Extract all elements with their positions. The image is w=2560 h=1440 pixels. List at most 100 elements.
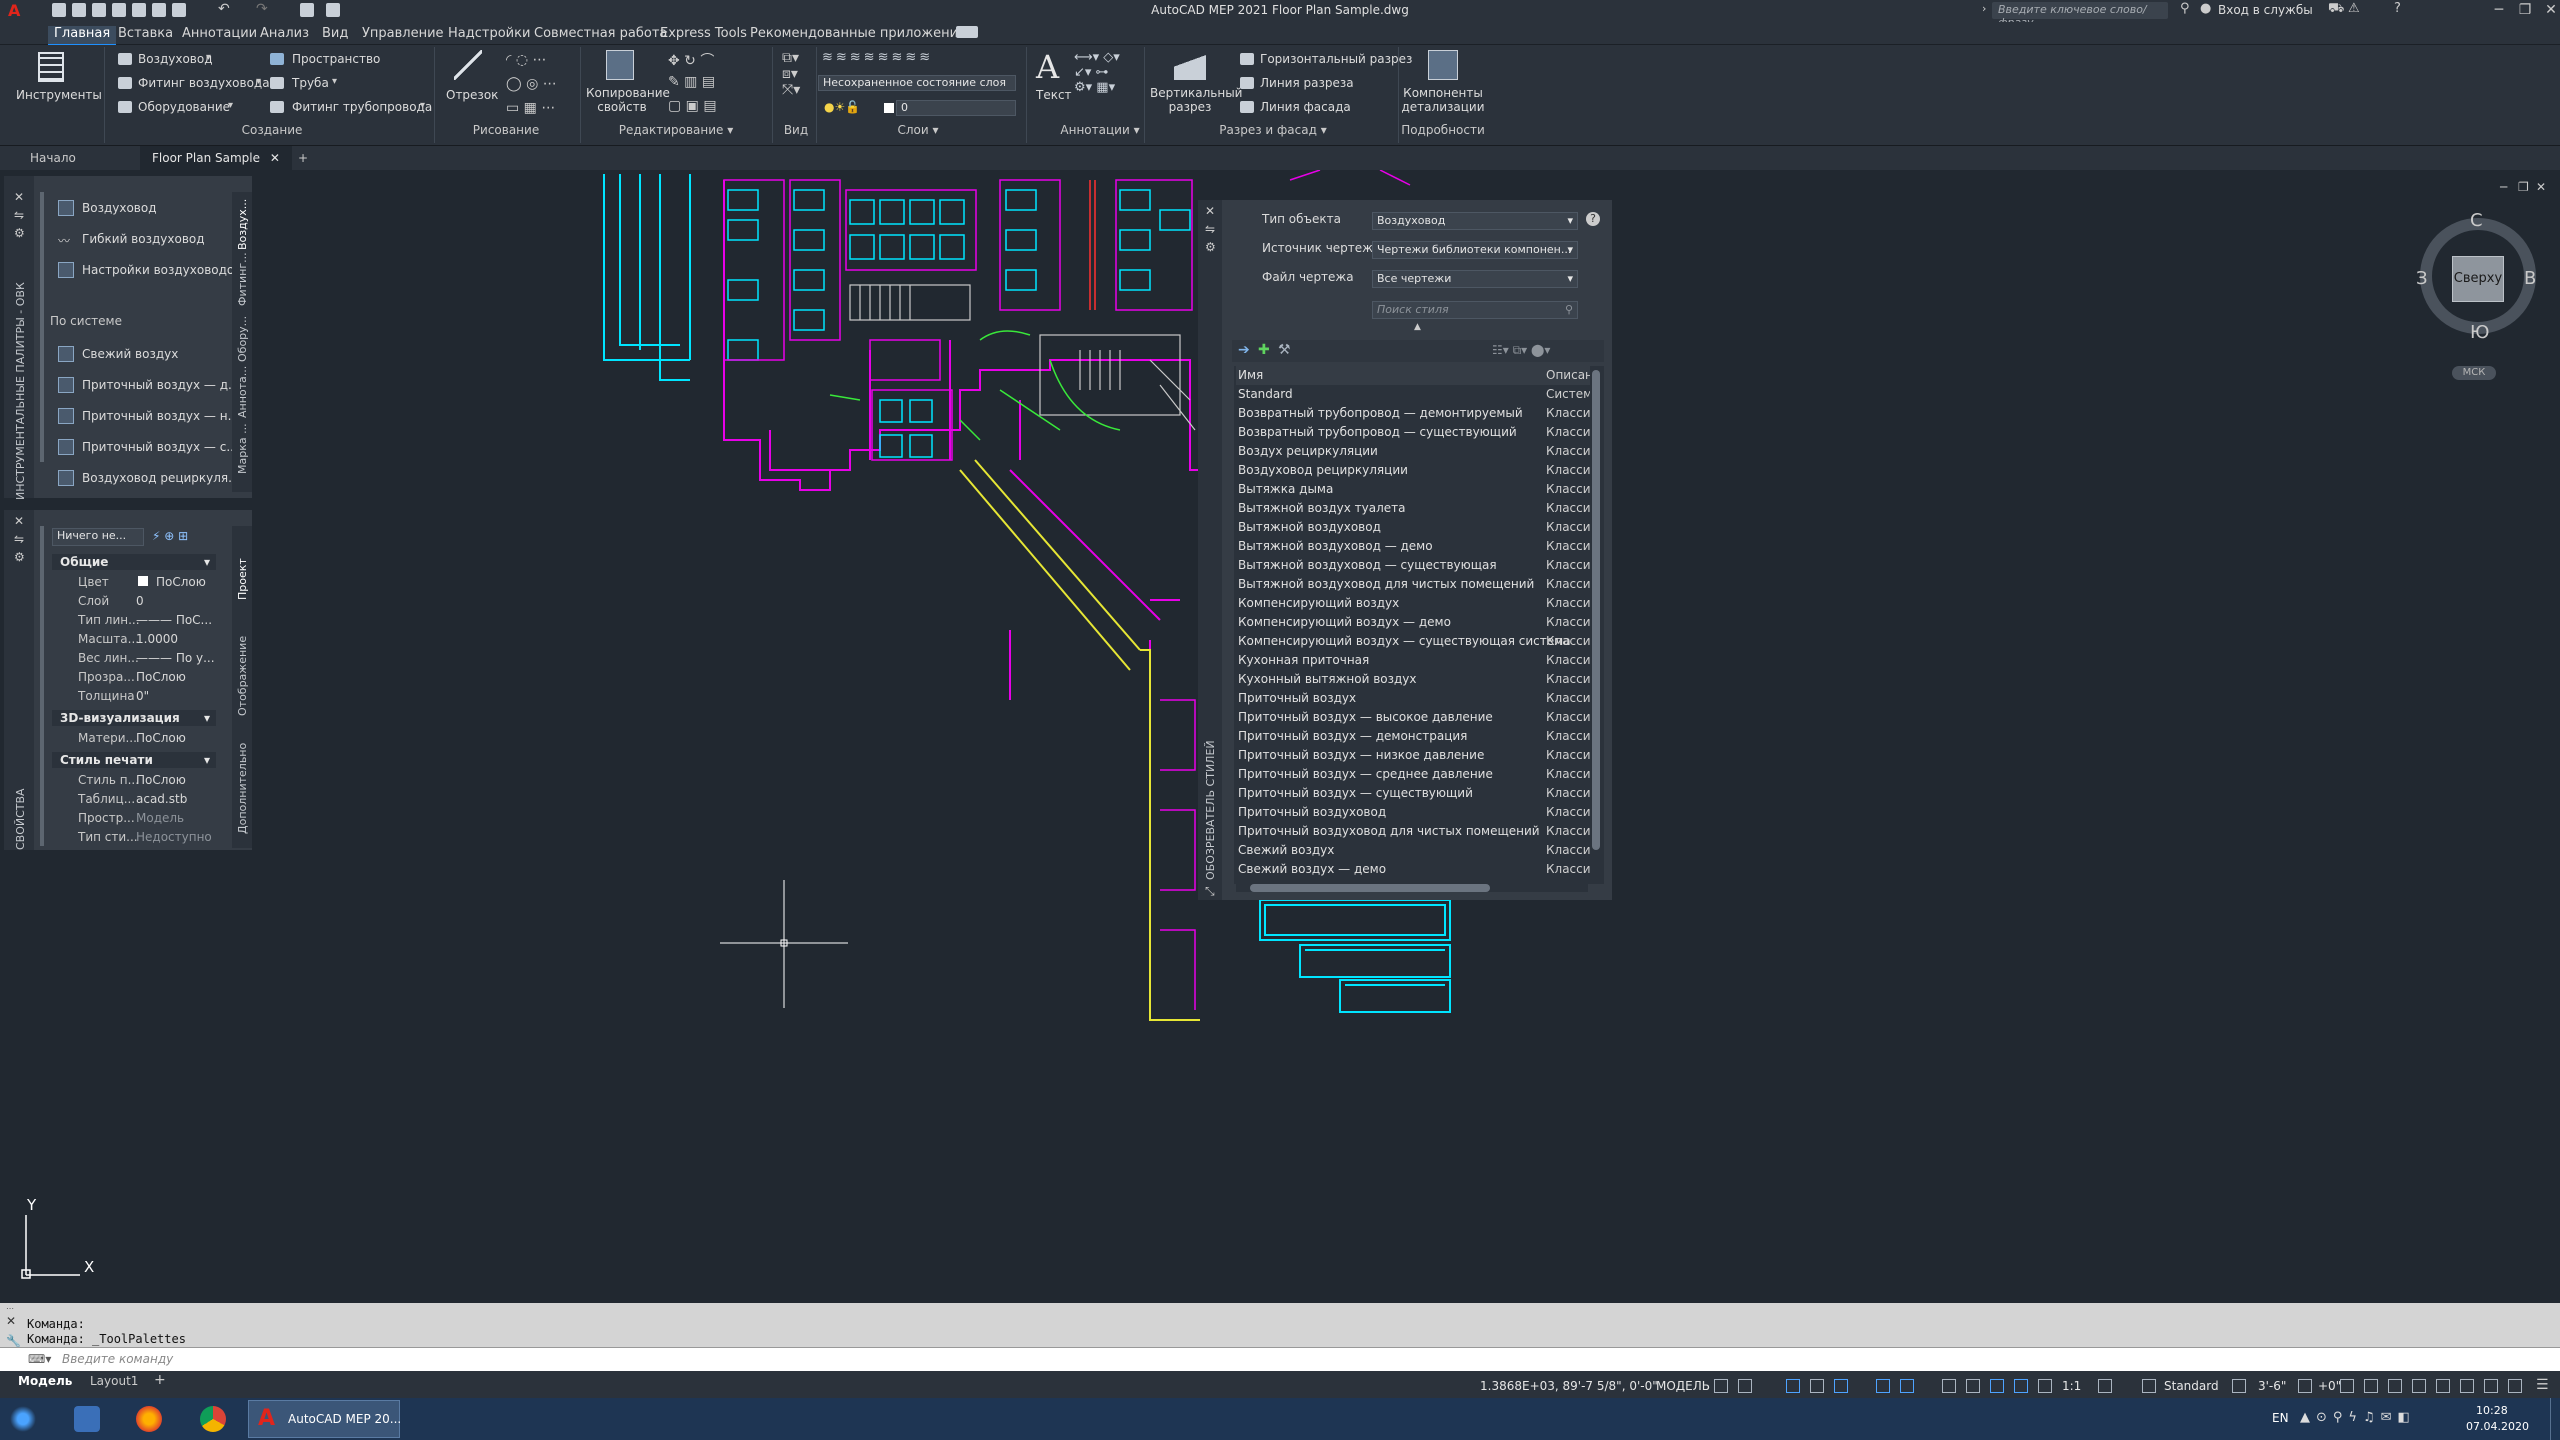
vertical-section-button[interactable]: Вертикальный разрез [1150, 86, 1242, 114]
tab-annotate[interactable]: Аннотации [182, 26, 257, 44]
text-icon[interactable]: A [1036, 48, 1059, 86]
tray-icons[interactable]: ▲⊙⚲ϟ♫✉◧ [2300, 1410, 2416, 1425]
tab-addins[interactable]: Надстройки [448, 26, 530, 44]
chevron-down-icon[interactable]: ▾ [228, 100, 233, 111]
table-row[interactable]: Приточный воздух — низкое давление Класси… [1236, 746, 1590, 765]
table-row[interactable]: Кухонный вытяжной воздух Классиф [1236, 670, 1590, 689]
prop-scale-value[interactable]: 1.0000 [136, 632, 178, 646]
table-row[interactable]: Приточный воздух — среднее давление Класс… [1236, 765, 1590, 784]
elevation-icon[interactable] [2298, 1379, 2312, 1393]
search-arrow-icon[interactable]: › [1982, 2, 1986, 15]
close-button[interactable]: ✕ [2536, 2, 2560, 18]
close-icon[interactable]: ✕ [1205, 204, 1215, 218]
table-row[interactable]: Компенсирующий воздух — существующая сис… [1236, 632, 1590, 651]
palette-item-flex-duct[interactable]: Гибкий воздуховод [82, 232, 205, 246]
start-button-icon[interactable] [10, 1406, 36, 1432]
viewport-close-icon[interactable]: ✕ [2536, 180, 2546, 194]
table-row[interactable]: Свежий воздух — демо Классиф [1236, 860, 1590, 879]
tab-floor-plan[interactable]: Floor Plan Sample ✕ [140, 146, 292, 170]
workspace-icon[interactable] [2436, 1379, 2450, 1393]
view-options-icon[interactable]: ☷▾ ⧉▾ ⬤▾ [1492, 343, 1550, 358]
help-icon[interactable]: ? [1586, 212, 1600, 226]
wcs-menu[interactable]: МСК [2452, 366, 2496, 380]
table-row[interactable]: Компенсирующий воздух — демо Классиф [1236, 613, 1590, 632]
clock-time[interactable]: 10:28 [2476, 1404, 2508, 1417]
line-button[interactable]: Отрезок [446, 88, 498, 102]
model-space-button[interactable]: МОДЕЛЬ [1656, 1379, 1710, 1393]
new-tab-button[interactable]: + [286, 146, 320, 170]
snap-settings-icon[interactable] [2412, 1379, 2426, 1393]
snap-icon[interactable] [1738, 1379, 1752, 1393]
tab-home[interactable]: Главная [48, 26, 117, 46]
annotation-scale[interactable]: 1:1 [2062, 1379, 2081, 1393]
copy-properties-button[interactable]: Копирование свойств [586, 86, 670, 114]
search-icon[interactable]: ⚲ [1565, 302, 1573, 318]
palette-scrollbar[interactable] [40, 192, 44, 462]
gear-icon[interactable]: ⚙ [1205, 240, 1216, 254]
dyn-icon[interactable] [1900, 1379, 1914, 1393]
tab-featured-apps[interactable]: Рекомендованные приложения [750, 26, 966, 44]
arc-icon[interactable]: ◜ ◌ ⋯ [506, 52, 547, 68]
layer-tools-icon[interactable]: ≋≋≋≋≋≋≋≋ [822, 50, 933, 65]
prop-plottable-value[interactable]: acad.stb [136, 792, 187, 806]
drawing-file-select[interactable]: Все чертежи ▾ [1372, 270, 1578, 288]
tab-insert[interactable]: Вставка [118, 26, 173, 44]
gear-icon[interactable]: ⚙ [14, 550, 25, 564]
dimension-icon[interactable]: ⟷▾ ◇▾ ↙▾ ⊶ ⚙▾ ▦▾ [1074, 50, 1120, 95]
command-input[interactable] [0, 1347, 2560, 1372]
prop-plotstyle-value[interactable]: ПоСлою [136, 773, 186, 787]
grip-icon[interactable]: ⋯ [6, 1304, 14, 1313]
coordinates-readout[interactable]: 1.3868E+03, 89'-7 5/8", 0'-0" [1480, 1379, 1658, 1393]
prop-material-value[interactable]: ПоСлою [136, 731, 186, 745]
add-style-icon[interactable]: ✚ [1258, 342, 1270, 358]
prop-transparency-value[interactable]: ПоСлою [136, 670, 186, 684]
ucs-status-icon[interactable] [2460, 1379, 2474, 1393]
palette-tab-annotation[interactable]: Аннота... [236, 366, 249, 418]
grid-icon[interactable] [1714, 1379, 1728, 1393]
close-icon[interactable]: ✕ [6, 1314, 16, 1328]
table-row[interactable]: Вытяжной воздуховод Классиф [1236, 518, 1590, 537]
tab-analyze[interactable]: Анализ [260, 26, 309, 44]
units-icon[interactable] [2484, 1379, 2498, 1393]
chevron-down-icon[interactable]: ▾ [206, 52, 211, 63]
search-input[interactable]: Введите ключевое слово/фразу [1992, 2, 2168, 29]
prop-layer-value[interactable]: 0 [136, 594, 144, 608]
table-row[interactable]: Воздух рециркуляции Классиф [1236, 442, 1590, 461]
detail-components-button[interactable]: Компоненты детализации [1400, 86, 1486, 114]
tab-layout1[interactable]: Layout1 [90, 1374, 138, 1388]
annotation-scale-icon[interactable] [2038, 1379, 2052, 1393]
tab-model[interactable]: Модель [18, 1374, 72, 1388]
table-row[interactable]: Вытяжной воздуховод — демо Классиф [1236, 537, 1590, 556]
cart-icon[interactable]: ⛟ [2328, 1, 2344, 18]
resize-icon[interactable]: ⤡ [1205, 884, 1215, 899]
horizontal-scrollbar[interactable] [1236, 884, 1588, 892]
tab-collaborate[interactable]: Совместная работа [534, 26, 667, 44]
layer-state-select[interactable]: Несохраненное состояние слоя [818, 75, 1016, 91]
exchange-icon[interactable]: ⚠ [2348, 1, 2360, 16]
lweight-icon[interactable] [1942, 1379, 1956, 1393]
props-tab-display[interactable]: Отображение [236, 626, 249, 716]
duct-button[interactable]: Воздуховод [138, 52, 213, 66]
text-button[interactable]: Текст [1036, 88, 1072, 102]
wrench-icon[interactable]: 🔧 [6, 1334, 21, 1348]
table-row[interactable]: Вытяжной воздух туалета Классиф [1236, 499, 1590, 518]
command-prompt-icon[interactable]: ⌨▾ [28, 1352, 51, 1366]
column-name[interactable]: Имя [1238, 366, 1263, 385]
osnap-icon[interactable] [1834, 1379, 1848, 1393]
pin-icon[interactable]: ⇋ [14, 208, 24, 222]
object-type-select[interactable]: Воздуховод ▾ [1372, 212, 1578, 230]
prop-linetype-value[interactable]: ——— ПоС... [136, 613, 212, 627]
autoscale-icon[interactable] [2014, 1379, 2028, 1393]
chrome-icon[interactable] [200, 1406, 226, 1432]
style-search-input[interactable]: Поиск стиля ⚲ [1372, 301, 1578, 319]
command-input-placeholder[interactable]: Введите команду [62, 1352, 173, 1366]
viewcube-north[interactable]: С [2470, 210, 2483, 231]
close-icon[interactable]: ✕ [14, 190, 24, 204]
ribbon-options-icon[interactable] [956, 26, 978, 38]
palette-item-fresh-air[interactable]: Свежий воздух [82, 347, 178, 361]
table-row[interactable]: Приточный воздух — демонстрация Классиф [1236, 727, 1590, 746]
table-row[interactable]: Приточный воздуховод Классиф [1236, 803, 1590, 822]
chevron-down-icon[interactable]: ▾ [256, 76, 261, 87]
view-icon[interactable]: ⧉▾ ⧈▾ ⤧▾ [782, 50, 800, 98]
tab-manage[interactable]: Управление [362, 26, 444, 44]
